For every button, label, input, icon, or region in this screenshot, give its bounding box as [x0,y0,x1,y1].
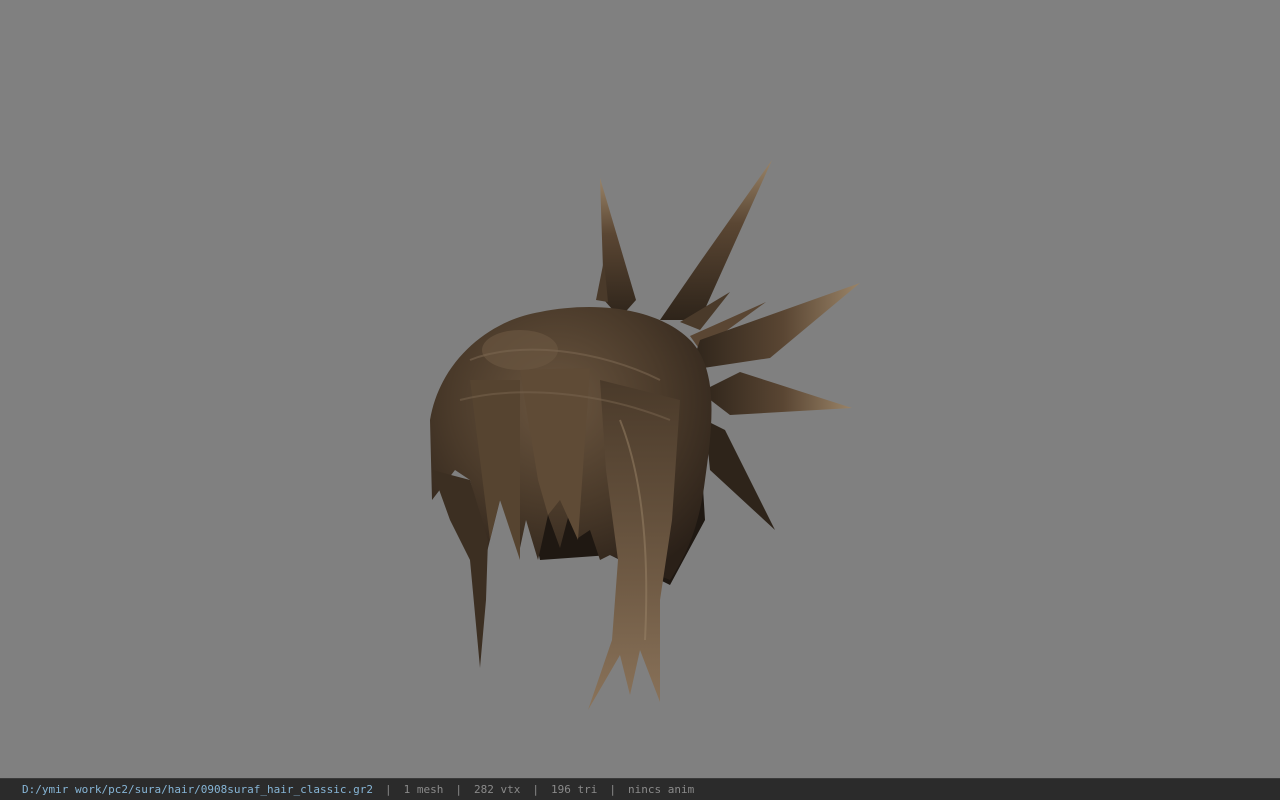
anim-status: nincs anim [627,783,695,796]
separator: | [609,783,616,796]
separator: | [455,783,462,796]
mesh-count: 1 mesh [403,783,444,796]
status-bar: D:/ymir work/pc2/sura/hair/0908suraf_hai… [0,778,1280,800]
3d-viewport[interactable] [0,0,1280,778]
separator: | [532,783,539,796]
hair-spike [705,420,775,530]
hair-spike [700,372,852,415]
hair-spike [660,160,772,320]
hair-model [430,160,860,710]
vertex-count: 282 vtx [474,783,521,796]
triangle-count: 196 tri [550,783,598,796]
file-path: D:/ymir work/pc2/sura/hair/0908suraf_hai… [22,783,373,796]
separator: | [385,783,392,796]
